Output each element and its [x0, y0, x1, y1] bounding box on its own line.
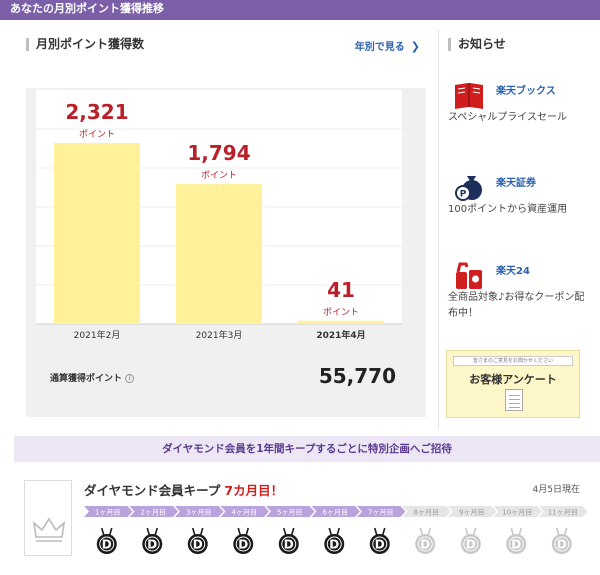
- progress-month-label: 9ヶ月目: [459, 509, 484, 517]
- x-tick-label: 2021年4月: [316, 329, 365, 341]
- page-header-title: あなたの月別ポイント獲得推移: [10, 2, 164, 15]
- svg-text:D: D: [284, 538, 294, 552]
- svg-text:D: D: [193, 538, 203, 552]
- news-item-24-desc: 全商品対象♪お得なクーポン配布中！: [448, 292, 585, 319]
- svg-text:D: D: [511, 538, 521, 552]
- progress-month-label: 11ヶ月目: [548, 509, 578, 517]
- svg-text:D: D: [466, 538, 476, 552]
- svg-text:D: D: [420, 538, 430, 552]
- bar-unit-label: ポイント: [323, 307, 359, 318]
- diamond-medal-icon: D: [415, 527, 436, 554]
- progress-month-label: 6ヶ月目: [323, 509, 348, 517]
- chart-bar: [176, 184, 262, 324]
- money-bag-icon: P: [455, 176, 482, 201]
- progress-month-label: 8ヶ月目: [414, 509, 439, 517]
- book-icon: [455, 83, 483, 109]
- bar-unit-label: ポイント: [201, 170, 237, 181]
- svg-text:P: P: [460, 190, 467, 200]
- bar-value-label: 2,321: [65, 100, 128, 124]
- monthly-points-section: 月別ポイント獲得数 年別で見る ❯ 2,321 ポイント 2021年2月 1,794 ポイ…: [14, 26, 438, 434]
- diamond-medal-icon: D: [187, 527, 208, 554]
- progress-month-label: 1ヶ月目: [95, 509, 120, 517]
- progress-month-label: 4ヶ月目: [232, 509, 257, 517]
- diamond-medal-icon: D: [460, 527, 481, 554]
- bar-value-label: 1,794: [187, 141, 250, 165]
- x-tick-label: 2021年3月: [196, 329, 243, 341]
- diamond-keep-section: ダイヤモンド会員キープ 7カ月目！ 4月5日現在 1ヶ月目 D 2ヶ月目 D 3ヶ月目 D 4…: [0, 466, 600, 575]
- svg-text:D: D: [147, 538, 157, 552]
- diamond-medal-icon: D: [369, 527, 390, 554]
- chart-bar: [54, 142, 140, 324]
- bar-unit-label: ポイント: [79, 129, 115, 140]
- news-title: お知らせ: [448, 38, 506, 51]
- column-divider: [438, 30, 439, 430]
- diamond-medal-icon: D: [506, 527, 527, 554]
- total-points-value: 55,770: [318, 364, 396, 388]
- diamond-medal-icon: D: [233, 527, 254, 554]
- survey-small-text: 皆さまのご意見をお聞かせください: [453, 356, 573, 366]
- page-header: あなたの月別ポイント獲得推移: [0, 0, 600, 20]
- diamond-medal-icon: D: [324, 527, 345, 554]
- total-points-label-text: 通算獲得ポイント: [50, 374, 123, 384]
- news-item-securities-desc: 100ポイントから資産運用: [448, 204, 568, 215]
- progress-month-label: 7ヶ月目: [368, 509, 393, 517]
- diamond-medal-icon: D: [142, 527, 163, 554]
- diamond-medal-icon: D: [551, 527, 572, 554]
- diamond-keep-progress: 1ヶ月目 D 2ヶ月目 D 3ヶ月目 D 4ヶ月目 D 5ヶ月目 D 6ヶ月目 D 7ヶ月目 D 8ヶ月目 D…: [84, 506, 588, 554]
- svg-text:D: D: [238, 538, 248, 552]
- customer-survey-button[interactable]: 皆さまのご意見をお聞かせください お客様アンケート: [446, 350, 580, 418]
- progress-month-label: 2ヶ月目: [141, 509, 166, 517]
- household-goods-icon: [456, 262, 482, 289]
- diamond-medal-icon: D: [278, 527, 299, 554]
- progress-month-label: 3ヶ月目: [186, 509, 211, 517]
- news-item-books-desc: スペシャルプライスセール: [448, 112, 567, 123]
- news-item-books-name: 楽天ブックス: [496, 86, 556, 97]
- progress-month-label: 5ヶ月目: [277, 509, 302, 517]
- svg-text:D: D: [557, 538, 567, 552]
- progress-month-label: 10ヶ月目: [502, 509, 532, 517]
- monthly-points-chart: 2,321 ポイント 2021年2月 1,794 ポイント 2021年3月 41 ポイント 20…: [36, 90, 402, 341]
- info-icon[interactable]: i: [125, 374, 135, 383]
- svg-text:D: D: [102, 538, 112, 552]
- survey-title: お客様アンケート: [469, 373, 557, 386]
- document-icon: [505, 389, 523, 411]
- news-item-securities-name: 楽天証券: [496, 178, 536, 189]
- svg-text:D: D: [329, 538, 339, 552]
- x-tick-label: 2021年2月: [74, 329, 121, 341]
- news-item-24-name: 楽天24: [496, 266, 530, 277]
- svg-text:D: D: [375, 538, 385, 552]
- total-points-label: 通算獲得ポイント i: [50, 371, 135, 384]
- diamond-keep-banner[interactable]: ダイヤモンド会員を1年間キープするごとに特別企画へご招待: [14, 436, 600, 462]
- diamond-medal-icon: D: [96, 527, 117, 554]
- chart-bar: [298, 320, 384, 324]
- bar-value-label: 41: [327, 278, 355, 302]
